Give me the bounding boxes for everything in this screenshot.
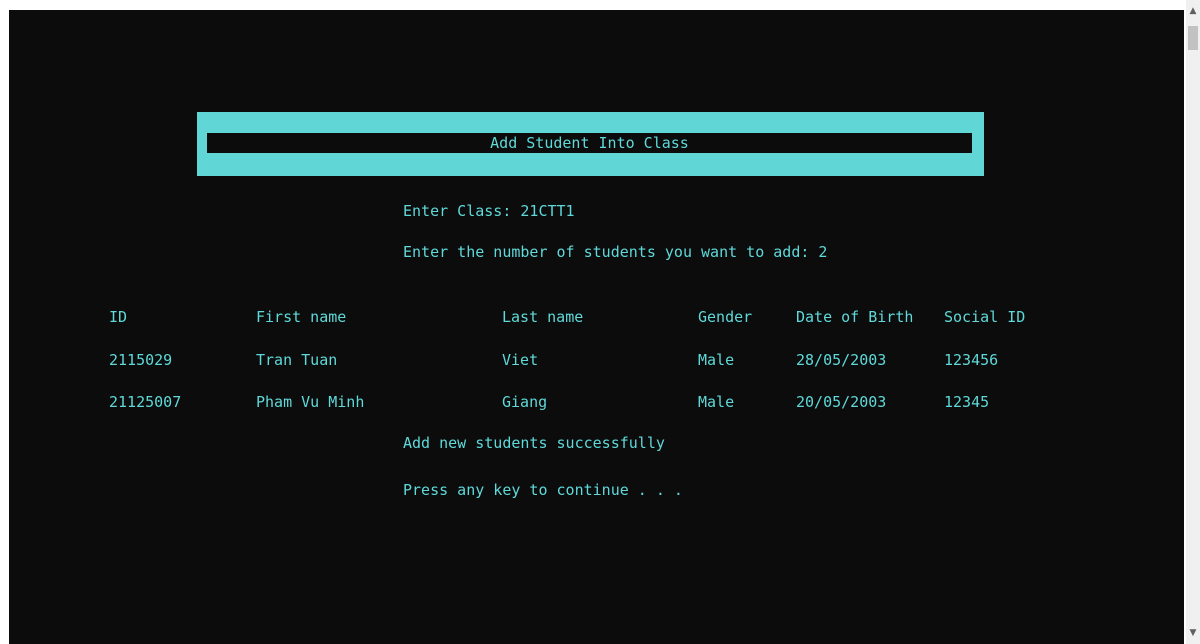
continue-prompt: Press any key to continue . . . <box>403 481 683 499</box>
title-bar: Add Student Into Class <box>207 133 972 153</box>
row-2-first-name: Pham Vu Minh <box>256 393 365 411</box>
row-1-date-of-birth: 28/05/2003 <box>796 351 887 369</box>
row-2-last-name: Giang <box>502 393 548 411</box>
row-1-social-id: 123456 <box>944 351 999 369</box>
console-window: Add Student Into Class Enter Class: 21CT… <box>0 0 1200 644</box>
vertical-scrollbar[interactable]: ▲ ▼ <box>1186 0 1200 644</box>
console-screen[interactable]: Add Student Into Class Enter Class: 21CT… <box>9 10 1184 644</box>
row-1-gender: Male <box>698 351 735 369</box>
class-prompt: Enter Class: 21CTT1 <box>403 202 575 220</box>
chevron-up-icon[interactable]: ▲ <box>1186 0 1200 22</box>
row-1-last-name: Viet <box>502 351 539 369</box>
header-social-id: Social ID <box>944 308 1026 326</box>
page-title: Add Student Into Class <box>490 134 689 152</box>
title-banner: Add Student Into Class <box>197 112 984 176</box>
chevron-down-icon[interactable]: ▼ <box>1186 622 1200 644</box>
scrollbar-thumb[interactable] <box>1188 26 1198 50</box>
row-1-id: 2115029 <box>109 351 173 369</box>
header-last-name: Last name <box>502 308 584 326</box>
row-2-social-id: 12345 <box>944 393 990 411</box>
count-prompt: Enter the number of students you want to… <box>403 243 828 261</box>
row-2-gender: Male <box>698 393 735 411</box>
row-2-id: 21125007 <box>109 393 182 411</box>
row-2-date-of-birth: 20/05/2003 <box>796 393 887 411</box>
success-message: Add new students successfully <box>403 434 665 452</box>
header-id: ID <box>109 308 128 326</box>
header-gender: Gender <box>698 308 753 326</box>
header-date-of-birth: Date of Birth <box>796 308 914 326</box>
header-first-name: First name <box>256 308 347 326</box>
row-1-first-name: Tran Tuan <box>256 351 338 369</box>
